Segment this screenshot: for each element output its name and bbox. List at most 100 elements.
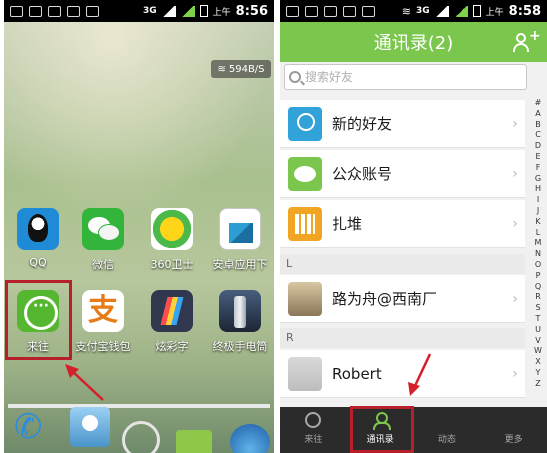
network-speed: 594B/S	[228, 63, 265, 75]
alphabet-index-letter[interactable]: I	[529, 195, 547, 206]
app-qq[interactable]: QQ	[6, 208, 70, 269]
signal-icon	[453, 5, 468, 17]
alphabet-index-letter[interactable]: G	[529, 174, 547, 185]
alphabet-index-letter[interactable]: T	[529, 314, 547, 325]
highlight-box	[5, 280, 72, 360]
alphabet-index-letter[interactable]: C	[529, 130, 547, 141]
alphabet-index-letter[interactable]: N	[529, 249, 547, 260]
public-account-icon	[288, 156, 322, 191]
page-title: 通讯录(2)	[373, 33, 454, 54]
alphabet-index-letter[interactable]: P	[529, 271, 547, 282]
app-android-store[interactable]: 安卓应用下	[208, 208, 272, 272]
app-drawer-icon[interactable]	[122, 421, 160, 453]
alphabet-index-letter[interactable]: D	[529, 141, 547, 152]
notification-icons	[286, 5, 402, 17]
notification-icon	[67, 5, 80, 17]
alphabet-index-letter[interactable]: M	[529, 238, 547, 249]
app-flashlight[interactable]: 终极手电筒	[208, 290, 272, 354]
contact-row[interactable]: 路为舟@西南厂 ›	[280, 275, 525, 323]
tab-label: 动态	[437, 435, 456, 445]
alphabet-index-letter[interactable]: O	[529, 260, 547, 271]
app-label: 支付宝钱包	[75, 340, 131, 353]
section-header-l: L	[280, 254, 525, 274]
alphabet-index-letter[interactable]: A	[529, 109, 547, 120]
notification-icon	[29, 5, 42, 17]
contacts-icon[interactable]	[70, 407, 110, 447]
chevron-right-icon: ›	[512, 215, 518, 232]
chevron-right-icon: ›	[512, 365, 518, 382]
list-item-label: 公众账号	[332, 165, 393, 183]
alphabet-index-letter[interactable]: Z	[529, 379, 547, 390]
tab-laiwang[interactable]: 来往	[280, 407, 347, 453]
alphabet-index-letter[interactable]: J	[529, 206, 547, 217]
home-screen: 3G 上午 8:56 ≋ 594B/S QQ 微信 360卫士 安卓应用下 来往…	[4, 0, 274, 453]
phone-icon[interactable]: ✆	[14, 407, 54, 447]
status-bar: ≋ 3G 上午 8:58	[280, 0, 547, 22]
alphabet-index-letter[interactable]: K	[529, 217, 547, 228]
tab-label: 更多	[504, 435, 523, 445]
app-360[interactable]: 360卫士	[140, 208, 204, 272]
notification-icon	[362, 5, 375, 17]
alphabet-index-letter[interactable]: R	[529, 292, 547, 303]
chevron-right-icon: ›	[512, 115, 518, 132]
signal-icon	[434, 5, 449, 17]
list-item-zhadui[interactable]: 扎堆 ›	[280, 200, 525, 248]
notification-icon	[86, 5, 99, 17]
app-alipay[interactable]: 支 支付宝钱包	[71, 290, 135, 354]
notification-icon	[286, 5, 299, 17]
clock-time: 8:58	[508, 3, 541, 19]
alphabet-index-letter[interactable]: W	[529, 346, 547, 357]
alphabet-index-letter[interactable]: B	[529, 120, 547, 131]
qq-icon	[17, 208, 59, 250]
battery-icon	[199, 5, 208, 17]
alphabet-index-letter[interactable]: Y	[529, 368, 547, 379]
app-label: QQ	[29, 256, 47, 269]
tab-feed[interactable]: 动态	[414, 407, 481, 453]
app-label: 微信	[92, 258, 114, 271]
alphabet-index-letter[interactable]: F	[529, 163, 547, 174]
alphabet-index-letter[interactable]: V	[529, 336, 547, 347]
messages-icon[interactable]	[176, 430, 212, 453]
alphabet-index-letter[interactable]: L	[529, 228, 547, 239]
search-box[interactable]	[284, 64, 527, 90]
alphabet-index-letter[interactable]: E	[529, 152, 547, 163]
highlight-box	[350, 406, 414, 453]
wechat-icon	[82, 208, 124, 250]
alphabet-index-letter[interactable]: S	[529, 303, 547, 314]
search-input[interactable]	[305, 70, 505, 84]
alphabet-index-letter[interactable]: Q	[529, 282, 547, 293]
list-item-label: 新的好友	[332, 115, 393, 133]
alipay-icon: 支	[82, 290, 124, 332]
alphabet-index-letter[interactable]: #	[529, 98, 547, 109]
wifi-icon: ≋	[401, 4, 411, 18]
list-item-new-friends[interactable]: 新的好友 ›	[280, 100, 525, 148]
pointer-arrow	[65, 364, 104, 401]
list-item-label: 扎堆	[332, 215, 363, 233]
wifi-icon: ≋	[217, 63, 226, 75]
app-label: 终极手电筒	[212, 340, 268, 353]
colorful-text-icon	[151, 290, 193, 332]
chevron-right-icon: ›	[512, 165, 518, 182]
network-speed-widget[interactable]: ≋ 594B/S	[211, 60, 271, 78]
alphabet-index[interactable]: # A B C D E F G H I J K L M N O P Q R S T U V W X Y Z	[529, 98, 547, 390]
contact-name: 路为舟@西南厂	[332, 290, 438, 308]
title-bar: 通讯录(2) +	[280, 22, 547, 62]
browser-icon[interactable]	[230, 424, 270, 453]
alphabet-index-letter[interactable]: H	[529, 184, 547, 195]
signal-icon	[161, 5, 176, 17]
usb-icon	[324, 5, 337, 17]
tab-more[interactable]: 更多	[480, 407, 547, 453]
alphabet-index-letter[interactable]: X	[529, 357, 547, 368]
notification-icon	[343, 5, 356, 17]
contacts-screen: ≋ 3G 上午 8:58 通讯录(2) + 新的好友 › 公众账号 › 扎堆 ›	[280, 0, 547, 453]
notification-icon	[305, 5, 318, 17]
avatar	[288, 356, 322, 391]
avatar	[288, 281, 322, 316]
section-header-r: R	[280, 328, 525, 348]
list-item-public-accounts[interactable]: 公众账号 ›	[280, 150, 525, 198]
app-colorful-text[interactable]: 炫彩字	[140, 290, 204, 354]
add-friend-button[interactable]: +	[513, 28, 541, 54]
app-wechat[interactable]: 微信	[71, 208, 135, 272]
network-type: 3G	[142, 6, 157, 16]
alphabet-index-letter[interactable]: U	[529, 325, 547, 336]
